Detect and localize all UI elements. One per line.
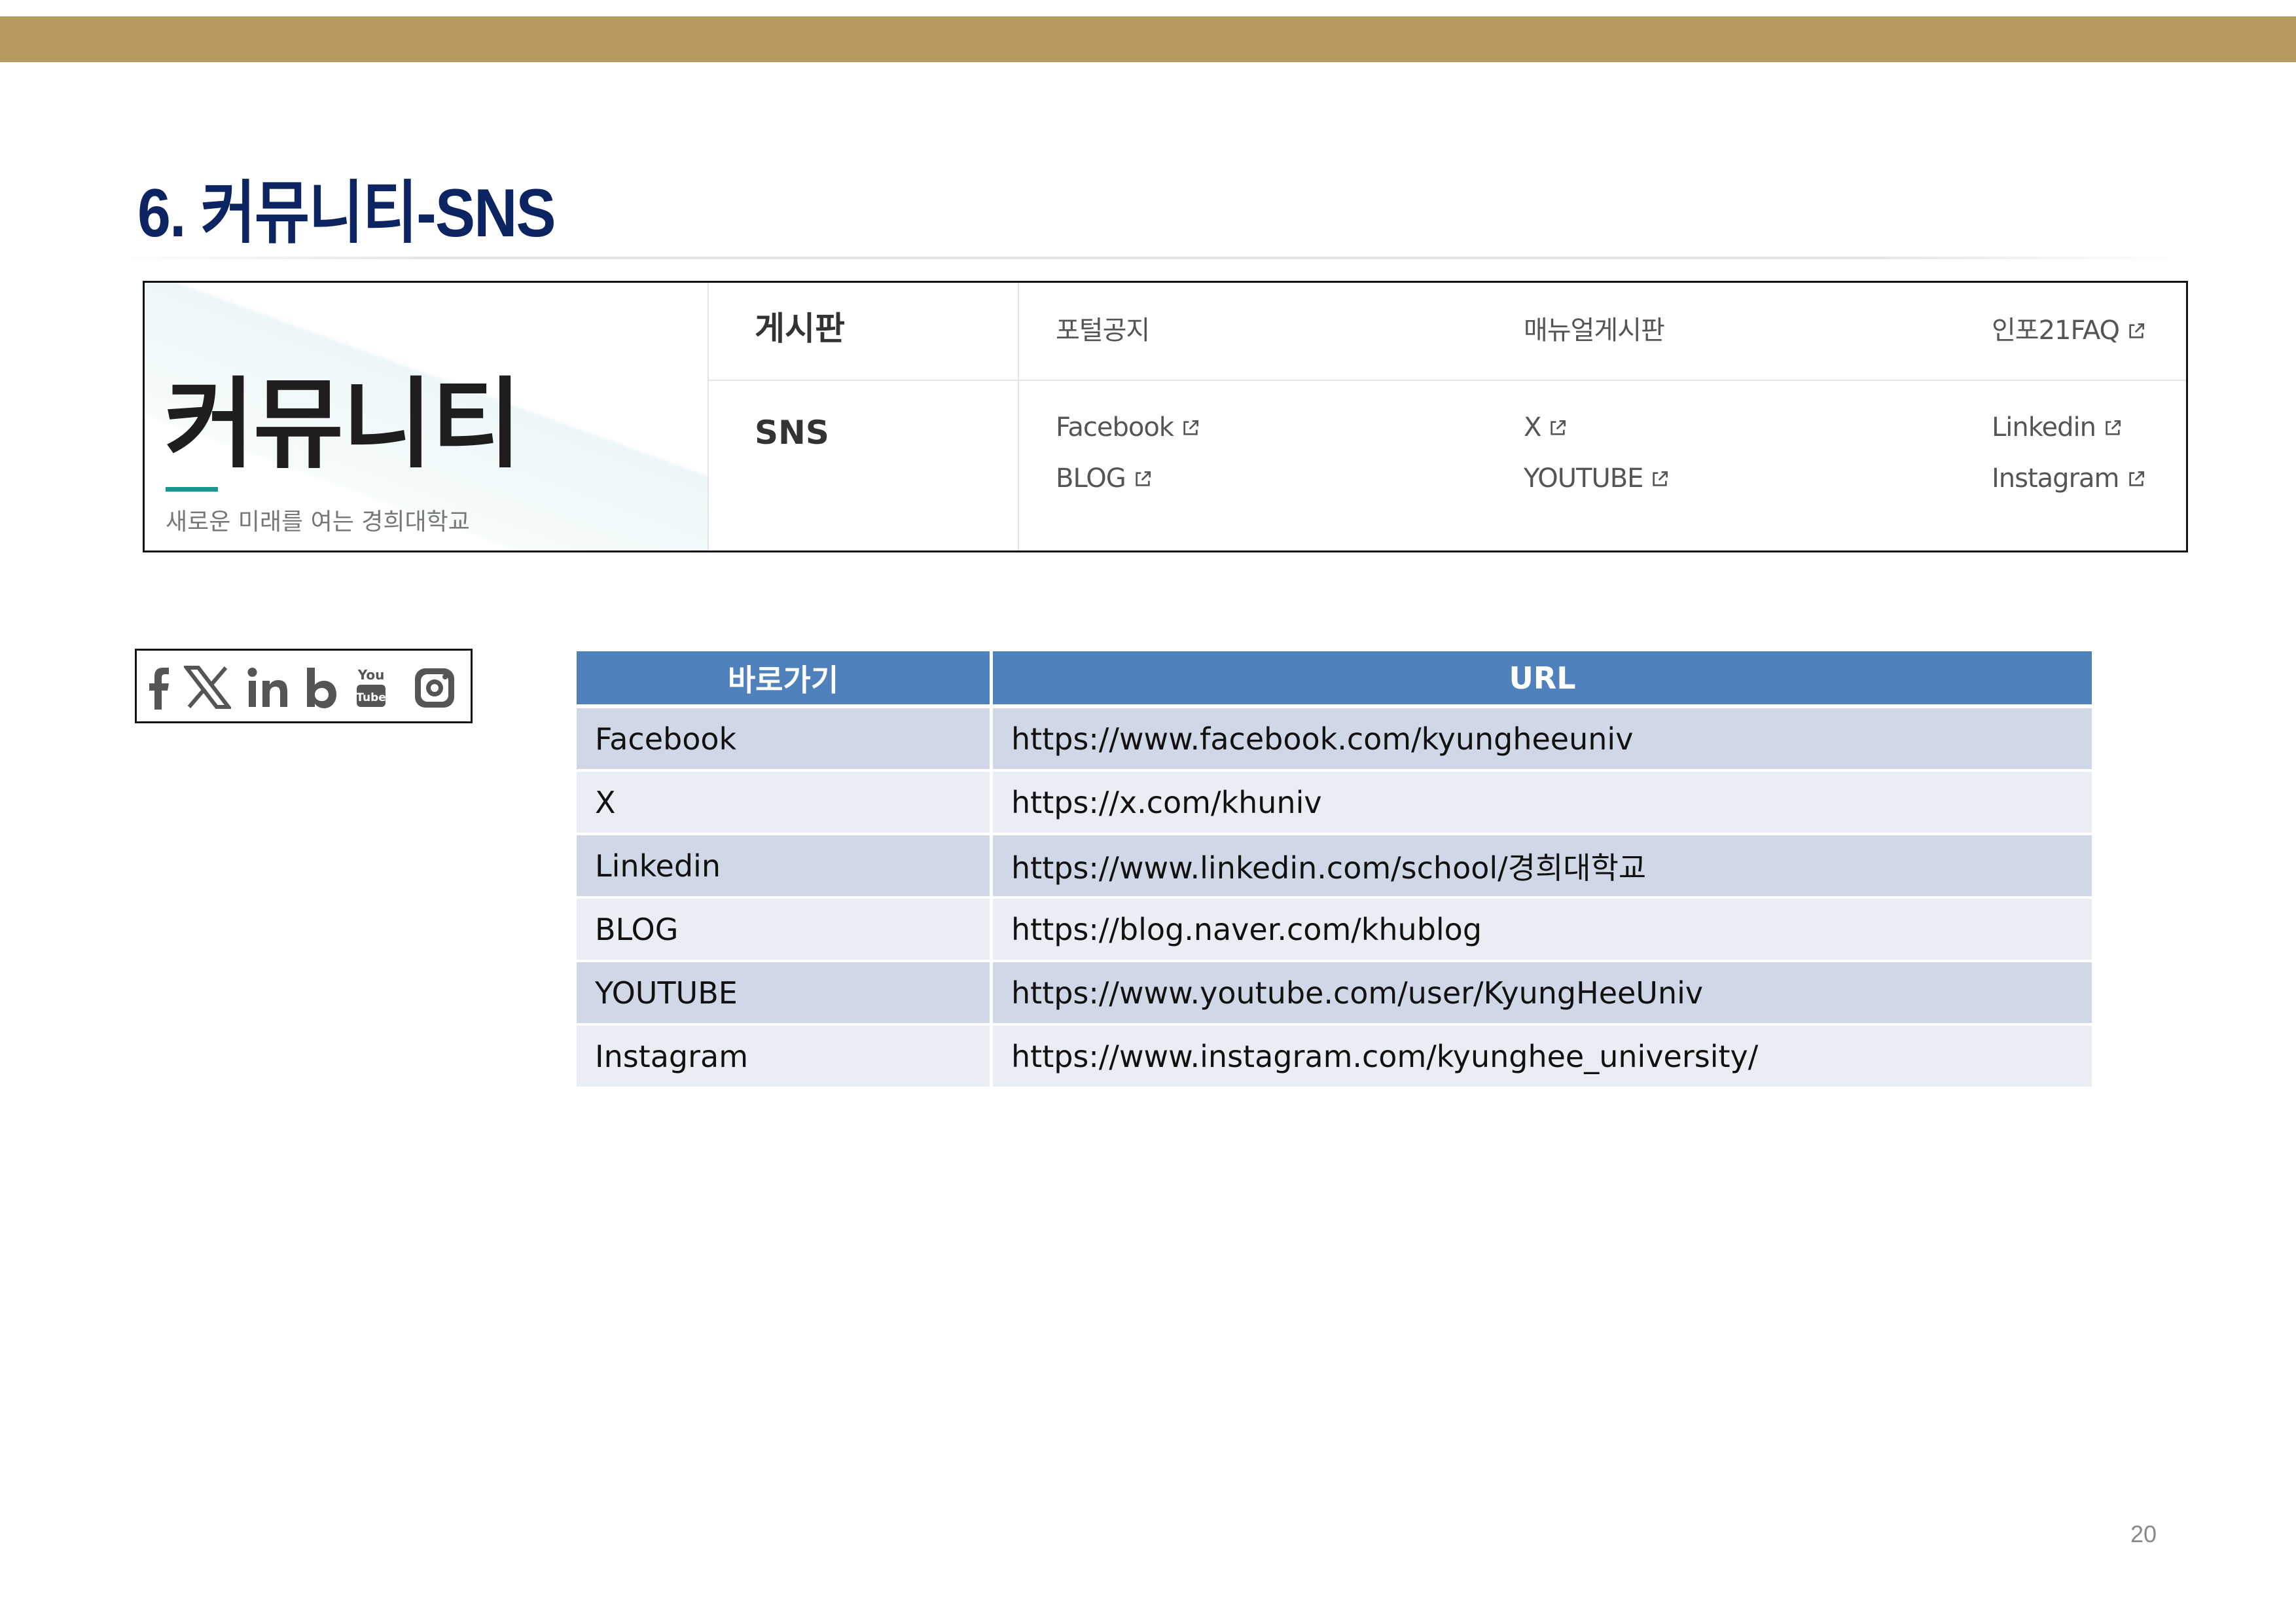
table-row: BLOG https://blog.naver.com/khublog <box>577 899 2092 962</box>
link-facebook[interactable]: Facebook <box>1056 412 1201 442</box>
header-url: URL <box>993 651 2092 708</box>
link-label: Facebook <box>1056 412 1174 442</box>
row-url[interactable]: https://blog.naver.com/khublog <box>993 899 2092 962</box>
table-row: X https://x.com/khuniv <box>577 772 2092 835</box>
link-linkedin[interactable]: Linkedin <box>1992 412 2123 442</box>
external-link-icon <box>2129 323 2144 338</box>
top-decor-bar <box>0 16 2296 62</box>
row-url[interactable]: https://www.facebook.com/kyungheeuniv <box>993 708 2092 772</box>
link-label: YOUTUBE <box>1524 463 1643 494</box>
board-row: 게시판 포털공지 매뉴얼게시판 인포21FAQ <box>709 283 2186 381</box>
row-url[interactable]: https://www.linkedin.com/school/경희대학교 <box>993 835 2092 899</box>
row-url[interactable]: https://x.com/khuniv <box>993 772 2092 835</box>
svg-text:You: You <box>357 667 385 683</box>
link-label: 매뉴얼게시판 <box>1524 316 1665 346</box>
row-name: YOUTUBE <box>577 962 993 1026</box>
instagram-icon[interactable] <box>412 662 457 712</box>
row-name: Facebook <box>577 708 993 772</box>
row-name: BLOG <box>577 899 993 962</box>
sns-icon-strip: You Tube <box>135 649 473 723</box>
page-title: 6. 커뮤니티-SNS <box>137 175 556 251</box>
community-slogan: 새로운 미래를 여는 경희대학교 <box>166 509 470 535</box>
youtube-icon[interactable]: You Tube <box>353 662 389 712</box>
external-link-icon <box>1183 420 1198 435</box>
row-url[interactable]: https://www.youtube.com/user/KyungHeeUni… <box>993 962 2092 1026</box>
sns-label: SNS <box>755 414 829 452</box>
row-name: X <box>577 772 993 835</box>
linkedin-icon[interactable] <box>247 662 290 712</box>
x-icon[interactable] <box>184 662 231 712</box>
external-link-icon <box>2106 420 2121 435</box>
link-youtube[interactable]: YOUTUBE <box>1524 463 1670 494</box>
community-banner: 커뮤니티 새로운 미래를 여는 경희대학교 <box>145 283 708 550</box>
sns-url-table: 바로가기 URL Facebook https://www.facebook.c… <box>577 651 2092 1089</box>
table-row: Facebook https://www.facebook.com/kyungh… <box>577 708 2092 772</box>
page-number: 20 <box>2130 1521 2157 1547</box>
link-x[interactable]: X <box>1524 412 1568 442</box>
blog-icon[interactable] <box>304 662 338 712</box>
table-row: Linkedin https://www.linkedin.com/school… <box>577 835 2092 899</box>
table-header-row: 바로가기 URL <box>577 651 2092 708</box>
external-link-icon <box>1551 420 1566 435</box>
external-link-icon <box>1136 471 1151 486</box>
link-label: BLOG <box>1056 463 1126 494</box>
title-divider <box>108 257 2189 259</box>
external-link-icon <box>1653 471 1668 486</box>
table-row: YOUTUBE https://www.youtube.com/user/Kyu… <box>577 962 2092 1026</box>
table-row: Instagram https://www.instagram.com/kyun… <box>577 1026 2092 1089</box>
community-heading: 커뮤니티 <box>164 368 522 482</box>
row-name: Instagram <box>577 1026 993 1089</box>
link-label: 인포21FAQ <box>1992 316 2120 346</box>
link-manual-board[interactable]: 매뉴얼게시판 <box>1524 309 1665 347</box>
external-link-icon <box>2128 471 2144 486</box>
svg-text:Tube: Tube <box>356 691 386 704</box>
row-url[interactable]: https://www.instagram.com/kyunghee_unive… <box>993 1026 2092 1089</box>
link-info21-faq[interactable]: 인포21FAQ <box>1992 309 2147 347</box>
link-instagram[interactable]: Instagram <box>1992 463 2147 494</box>
link-label: Instagram <box>1992 463 2119 494</box>
board-label: 게시판 <box>755 310 845 348</box>
link-label: X <box>1524 412 1541 442</box>
link-portal-notice[interactable]: 포털공지 <box>1056 309 1150 347</box>
link-blog[interactable]: BLOG <box>1056 463 1153 494</box>
link-label: 포털공지 <box>1056 316 1150 346</box>
link-label: Linkedin <box>1992 412 2096 442</box>
sns-row: SNS Facebook X Linkedin BLOG YOUTUBE Ins… <box>709 381 2186 550</box>
portal-community-screenshot: 커뮤니티 새로운 미래를 여는 경희대학교 게시판 포털공지 매뉴얼게시판 인포… <box>143 281 2188 552</box>
facebook-icon[interactable] <box>146 662 172 712</box>
accent-bar <box>166 487 218 492</box>
row-name: Linkedin <box>577 835 993 899</box>
header-shortcut: 바로가기 <box>577 651 993 708</box>
community-menu: 게시판 포털공지 매뉴얼게시판 인포21FAQ SNS Facebook X L… <box>708 283 2186 550</box>
